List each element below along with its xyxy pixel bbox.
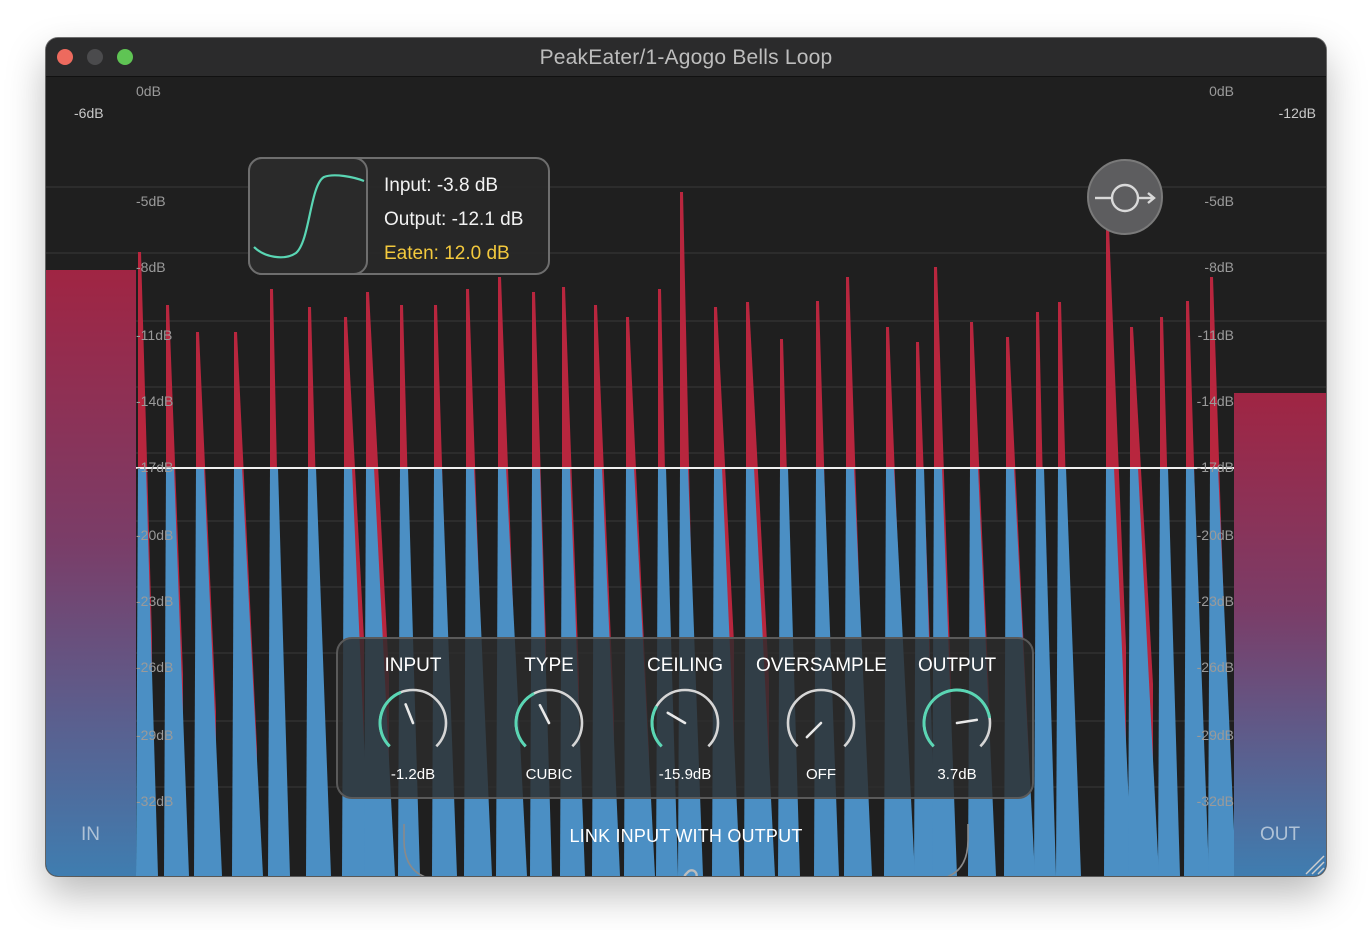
scale-label-left: -8dB — [136, 259, 166, 275]
knob-value: CUBIC — [525, 766, 573, 783]
scale-label-left: -23dB — [136, 593, 174, 609]
bypass-button[interactable] — [1087, 159, 1163, 235]
ceiling-knob[interactable] — [649, 687, 721, 759]
clipping-info-panel: Input: -3.8 dB Output: -12.1 dB Eaten: 1… — [248, 157, 550, 275]
resize-grip-icon[interactable] — [1304, 854, 1326, 876]
plugin-window: PeakEater/1-Agogo Bells Loop 0dB -5dB -8 — [46, 38, 1326, 876]
output-knob-group: OUTPUT 3.7dB — [892, 639, 1022, 799]
scale-label-left: -20dB — [136, 527, 174, 543]
scale-label-right: -8dB — [1204, 259, 1234, 275]
knob-title: OUTPUT — [917, 655, 997, 676]
input-meter-label: IN — [81, 824, 100, 845]
scale-label-right: -20dB — [1196, 527, 1234, 543]
knob-value: 3.7dB — [937, 766, 977, 783]
link-label: LINK INPUT WITH OUTPUT — [569, 826, 803, 846]
bypass-icon — [1095, 183, 1156, 213]
output-meter-bar — [1234, 393, 1326, 876]
type-knob[interactable] — [513, 687, 585, 759]
transfer-curve-icon — [253, 174, 365, 259]
input-knob-group: INPUT -1.2dB — [348, 639, 478, 799]
scale-label-right: -11dB — [1197, 327, 1234, 343]
scale-label-left: -26dB — [136, 659, 174, 675]
scale-label-right: -14dB — [1196, 393, 1234, 409]
title-bar: PeakEater/1-Agogo Bells Loop — [46, 38, 1326, 77]
window-title: PeakEater/1-Agogo Bells Loop — [539, 46, 833, 69]
type-knob-group: TYPE CUBIC — [484, 639, 614, 799]
scale-label-right: -32dB — [1196, 793, 1234, 809]
knob-title: OVERSAMPLE — [756, 655, 887, 676]
input-peak-label: -6dB — [74, 105, 104, 121]
oversample-knob-group: OVERSAMPLE OFF — [756, 639, 887, 799]
scale-label-left: -17dB — [136, 459, 174, 475]
oversample-knob[interactable] — [785, 687, 857, 759]
scale-label-right: 0dB — [1209, 83, 1234, 99]
link-toggle-button[interactable] — [670, 865, 702, 876]
scale-label-left: -11dB — [136, 327, 173, 343]
scale-label-right: -26dB — [1196, 659, 1234, 675]
input-meter-bar — [46, 270, 136, 876]
knob-value: OFF — [806, 766, 836, 783]
input-knob[interactable] — [377, 687, 449, 759]
knob-title: TYPE — [524, 655, 574, 676]
input-level-readout: Input: -3.8 dB — [384, 175, 499, 196]
scale-label-left: -5dB — [136, 193, 166, 209]
scale-label-left: -32dB — [136, 793, 174, 809]
knob-title: INPUT — [384, 655, 442, 676]
output-level-readout: Output: -12.1 dB — [384, 209, 524, 230]
scale-label-right: -29dB — [1196, 727, 1234, 743]
controls-panel: INPUT -1.2dB TYPE CUBIC CEILING -15.9dB … — [336, 637, 1034, 799]
output-meter-label: OUT — [1260, 824, 1301, 845]
plugin-content: 0dB -5dB -8dB -11dB -14dB -17dB -20dB -2… — [46, 77, 1326, 876]
scale-label-left: 0dB — [136, 83, 161, 99]
scale-label-right: -5dB — [1204, 193, 1234, 209]
link-icon — [683, 869, 698, 876]
clip-curve-preview — [248, 157, 368, 275]
scale-label-left: -29dB — [136, 727, 174, 743]
eaten-level-readout: Eaten: 12.0 dB — [384, 243, 510, 264]
knob-value: -1.2dB — [390, 766, 436, 783]
knob-value: -15.9dB — [658, 766, 712, 783]
scale-label-right: -17dB — [1196, 459, 1234, 475]
knob-title: CEILING — [646, 655, 724, 676]
ceiling-knob-group: CEILING -15.9dB — [620, 639, 750, 799]
scale-label-left: -14dB — [136, 393, 174, 409]
output-peak-label: -12dB — [1278, 105, 1316, 121]
scale-label-right: -23dB — [1196, 593, 1234, 609]
output-knob[interactable] — [921, 687, 993, 759]
